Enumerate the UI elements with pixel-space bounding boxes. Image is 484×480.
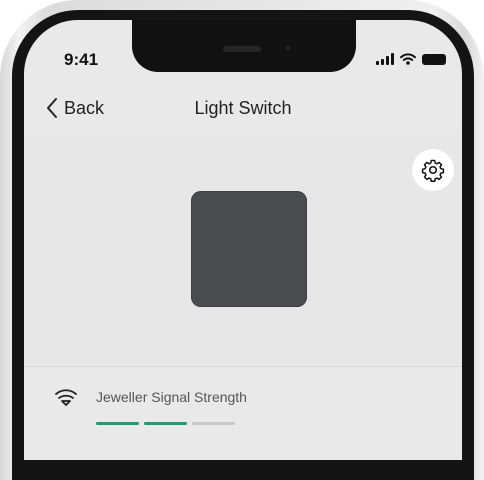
phone-device: 9:41 Back Light Switch Jeweller Signal S… (0, 0, 484, 480)
speaker-grille (223, 46, 261, 52)
signal-strength-segment (96, 422, 139, 425)
signal-strength-row[interactable]: Jeweller Signal Strength (24, 367, 462, 460)
signal-strength-label: Jeweller Signal Strength (96, 389, 247, 405)
gear-icon (421, 159, 445, 182)
settings-button[interactable] (412, 149, 454, 191)
battery-icon (422, 53, 446, 65)
wifi-icon (400, 53, 416, 65)
page-title: Light Switch (194, 98, 292, 118)
signal-strength-bar (96, 422, 235, 425)
signal-strength-segment (144, 422, 187, 425)
status-time: 9:41 (64, 50, 99, 69)
notch (132, 20, 356, 72)
jeweller-signal-icon (55, 389, 77, 406)
light-switch-image (191, 191, 307, 307)
navbar: Back Light Switch (24, 88, 462, 132)
phone-screen: 9:41 Back Light Switch Jeweller Signal S… (24, 20, 462, 460)
front-camera (282, 42, 294, 54)
cellular-signal-icon (376, 53, 394, 65)
device-overview (24, 132, 462, 366)
signal-strength-segment (192, 422, 235, 425)
status-icons (376, 52, 446, 66)
